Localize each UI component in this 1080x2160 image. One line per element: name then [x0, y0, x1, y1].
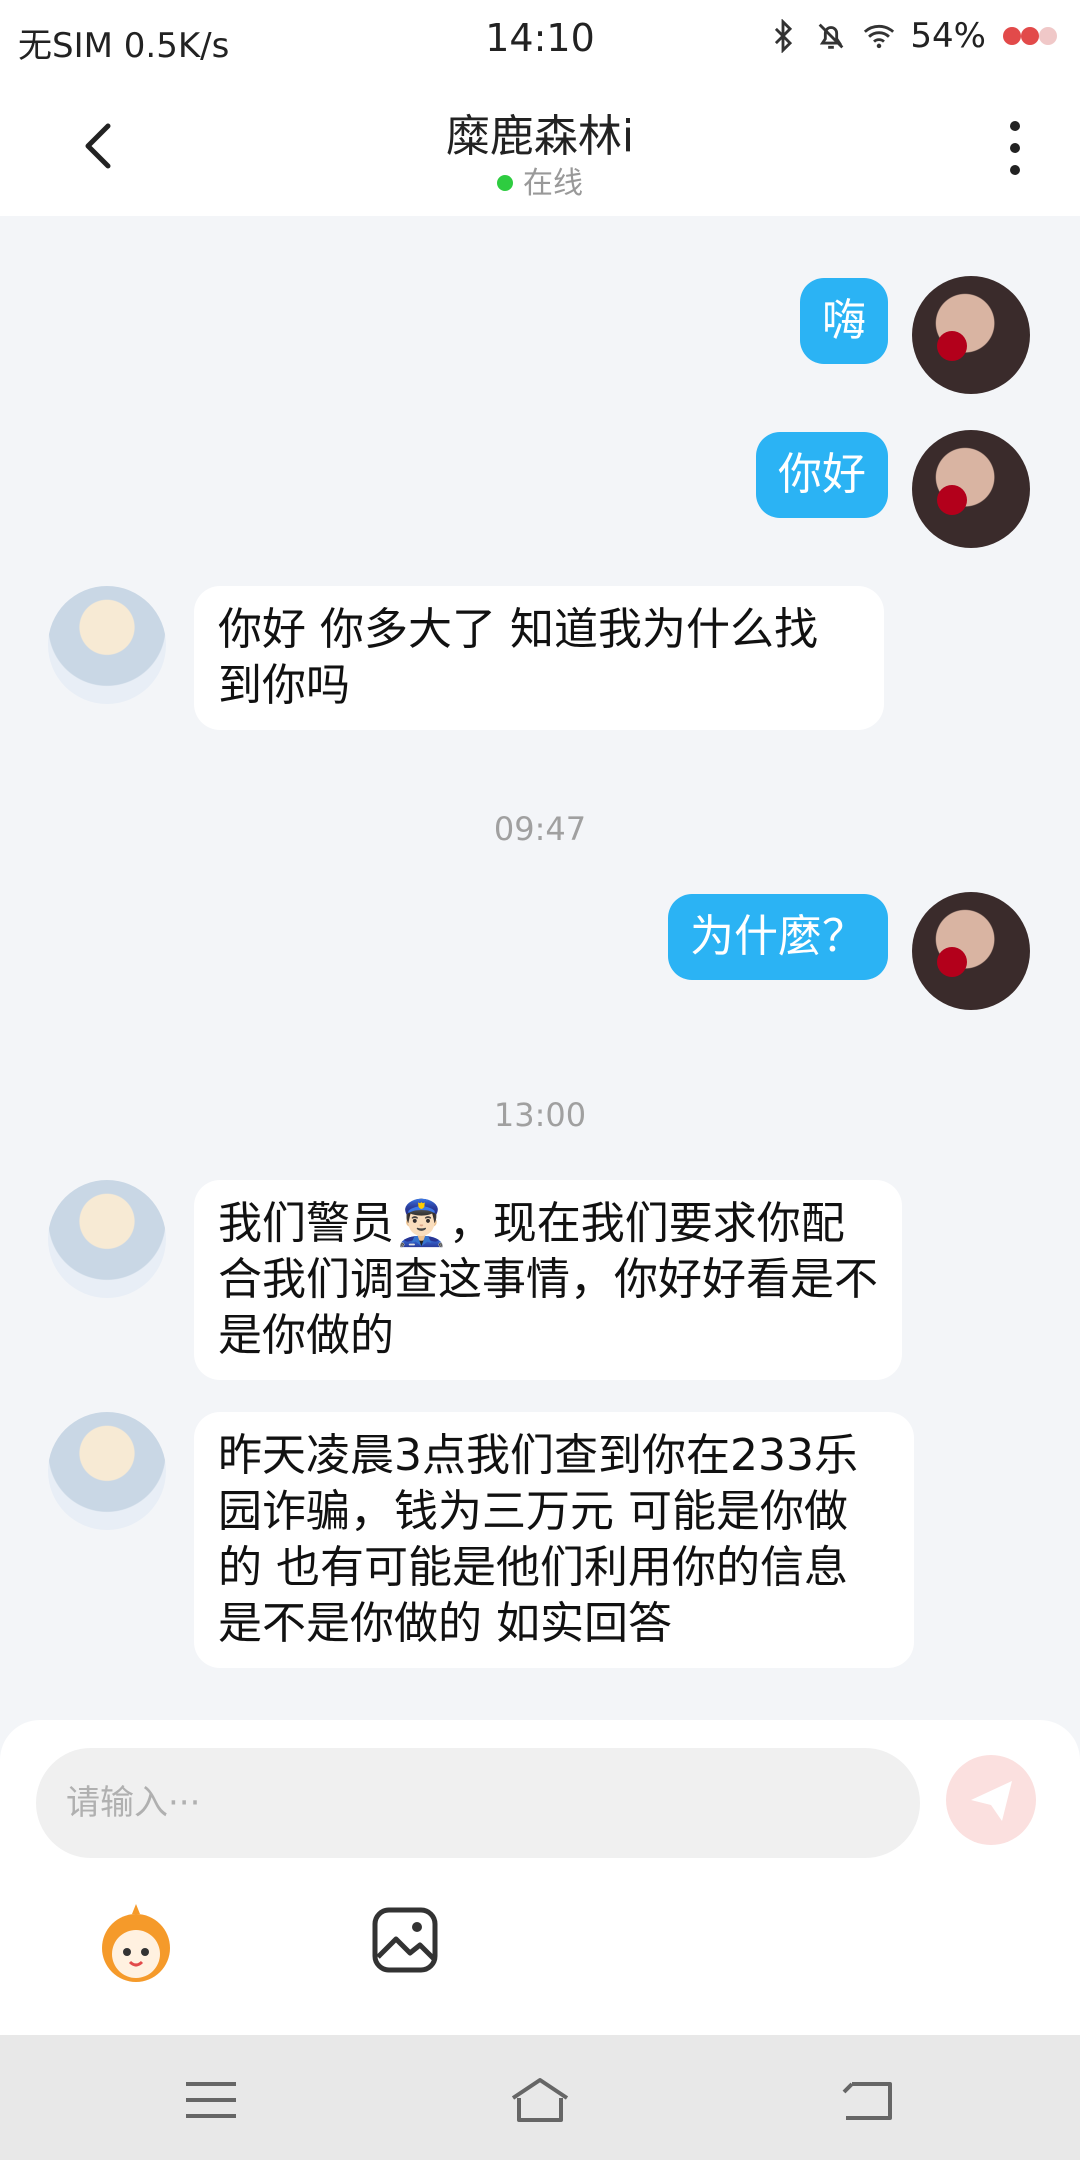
contact-avatar[interactable] — [48, 1412, 166, 1530]
message-incoming[interactable]: 昨天凌晨3点我们查到你在233乐园诈骗，钱为三万元 可能是你做的 也有可能是他们… — [194, 1412, 914, 1668]
wifi-icon — [864, 24, 895, 49]
chat-title: 糜鹿森林i — [445, 111, 635, 162]
message-incoming[interactable]: 我们警员👮🏻‍♂️，现在我们要求你配合我们调查这事情，你好好看是不是你做的 — [194, 1180, 902, 1380]
online-status: 在线 — [0, 158, 1080, 202]
message-outgoing[interactable]: 为什麼？ — [668, 894, 888, 980]
online-dot-icon — [497, 175, 513, 191]
chat-header: 糜鹿森林i 在线 — [0, 76, 1080, 216]
timestamp: 09:47 — [493, 810, 587, 848]
bell-off-icon — [819, 23, 844, 49]
send-icon — [971, 1781, 1012, 1821]
status-right: 54% — [766, 16, 1060, 56]
status-bar: 无SIM 0.5K/s 14:10 54% — [0, 0, 1080, 76]
message-outgoing[interactable]: 嗨 — [800, 278, 888, 364]
message-input[interactable]: 请输入··· — [36, 1748, 920, 1858]
contact-avatar[interactable] — [48, 586, 166, 704]
image-icon[interactable] — [370, 1905, 440, 1975]
emoji-mascot-icon[interactable] — [92, 1900, 180, 1988]
my-avatar[interactable] — [912, 430, 1030, 548]
message-list[interactable]: 嗨 你好 你好 你多大了 知道我为什么找到你吗 09:47 为什麼？ 13:00… — [0, 216, 1080, 1721]
contact-avatar[interactable] — [48, 1180, 166, 1298]
send-button[interactable] — [946, 1755, 1036, 1845]
message-outgoing[interactable]: 你好 — [756, 432, 888, 518]
bluetooth-icon — [775, 19, 793, 53]
more-vertical-icon[interactable] — [1000, 116, 1030, 180]
online-label: 在线 — [523, 166, 583, 201]
back-nav-icon[interactable] — [834, 2070, 904, 2130]
system-nav-bar — [0, 2035, 1080, 2160]
battery-percent: 54% — [910, 16, 986, 56]
my-avatar[interactable] — [912, 276, 1030, 394]
home-icon[interactable] — [505, 2070, 575, 2130]
composer-panel: 请输入··· — [0, 1720, 1080, 2035]
menu-icon[interactable] — [176, 2070, 246, 2130]
message-incoming[interactable]: 你好 你多大了 知道我为什么找到你吗 — [194, 586, 884, 730]
battery-icon — [1003, 27, 1057, 45]
my-avatar[interactable] — [912, 892, 1030, 1010]
timestamp: 13:00 — [493, 1096, 587, 1134]
